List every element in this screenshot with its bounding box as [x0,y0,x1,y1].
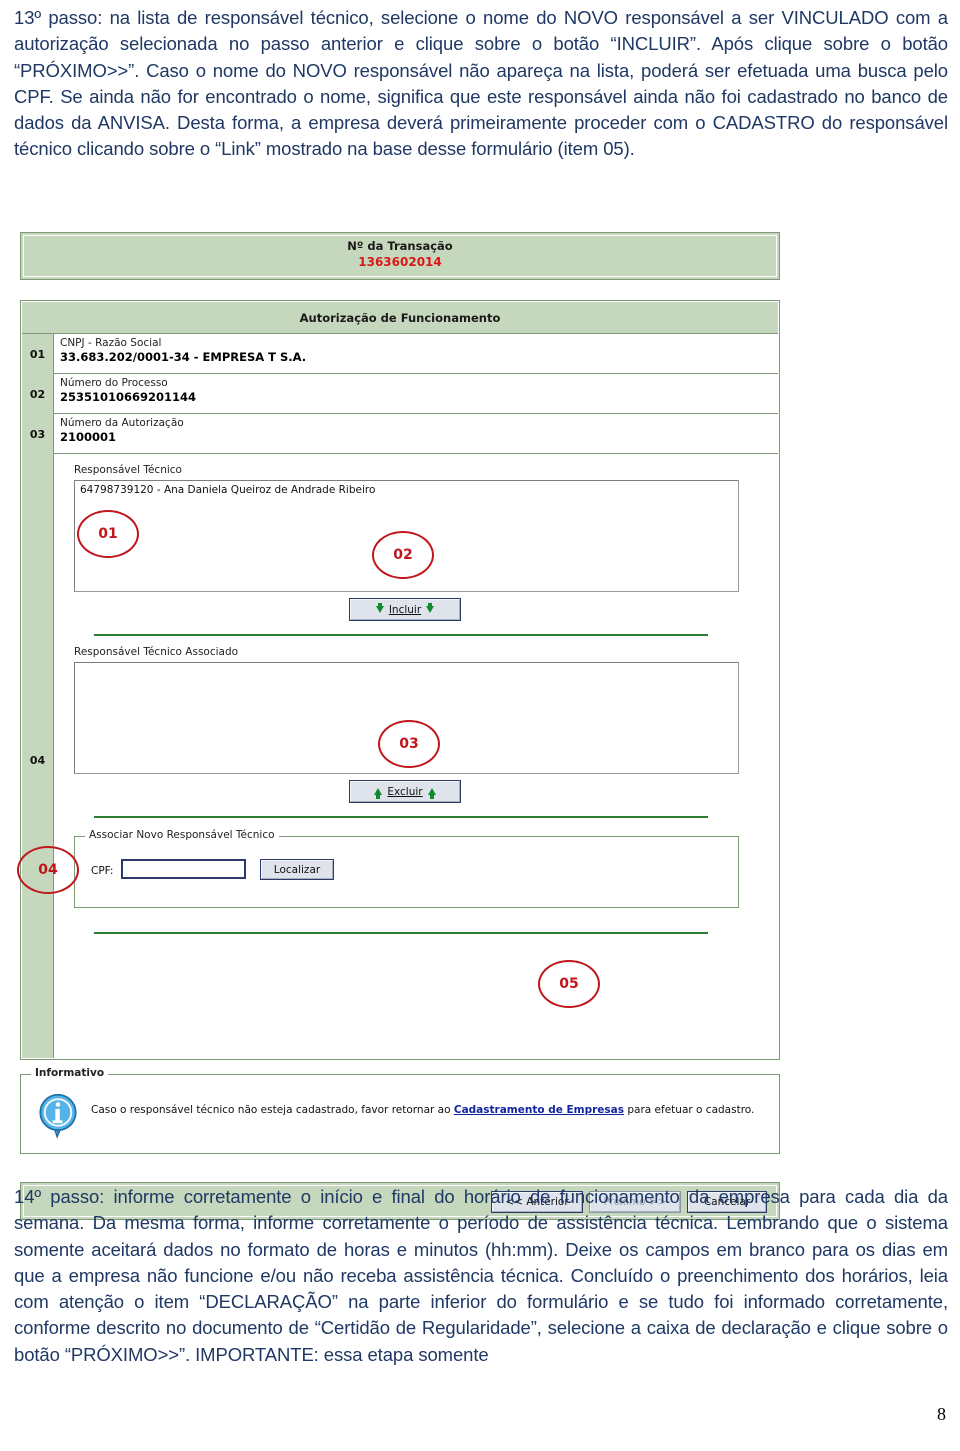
field-caption-processo: Número do Processo [60,377,168,389]
transaction-panel: Nº da Transação 1363602014 [20,232,780,280]
section-divider-1 [94,634,708,636]
annotation-04: 04 [17,846,79,894]
transaction-number: 1363602014 [358,255,442,269]
excluir-button[interactable]: Excluir [349,780,461,803]
gutter-number-01: 01 [22,334,54,374]
gutter-number-02: 02 [22,374,54,414]
green-up-arrow-icon-2 [427,788,436,799]
authorization-form-frame: Autorização de Funcionamento 01 CNPJ - R… [20,300,780,1060]
field-caption-cnpj: CNPJ - Razão Social [60,337,162,349]
field-row-cnpj: CNPJ - Razão Social 33.683.202/0001-34 -… [54,334,778,374]
instruction-paragraph-step-13: 13º passo: na lista de responsável técni… [14,7,948,160]
field-value-cnpj: 33.683.202/0001-34 - EMPRESA T S.A. [60,350,307,364]
excluir-button-label: Excluir [387,785,423,798]
form-title: Autorização de Funcionamento [22,302,778,334]
cpf-input[interactable] [121,859,246,879]
incluir-button-label: Incluir [388,603,422,616]
field-caption-autorizacao: Número da Autorização [60,417,184,429]
responsavel-tecnico-caption: Responsável Técnico [74,464,182,476]
informativo-text: Caso o responsável técnico não esteja ca… [91,1103,763,1118]
instruction-paragraph-step-14: 14º passo: informe corretamente o início… [14,1186,948,1365]
transaction-label: Nº da Transação [347,239,453,253]
informativo-text-before: Caso o responsável técnico não esteja ca… [91,1104,454,1116]
annotation-05: 05 [538,960,600,1008]
incluir-button[interactable]: Incluir [349,598,461,621]
anvisa-form-screenshot: Nº da Transação 1363602014 Autorização d… [17,232,780,1220]
gutter-number-04: 04 [22,454,54,1058]
gutter-number-03: 03 [22,414,54,454]
info-icon [39,1093,77,1139]
localizar-button-label: Localizar [273,863,321,876]
responsavel-associado-caption: Responsável Técnico Associado [74,646,239,658]
field-value-processo: 25351010669201144 [60,390,197,404]
cadastramento-empresas-link[interactable]: Cadastramento de Empresas [454,1104,624,1116]
green-down-arrow-icon [375,603,384,613]
informativo-text-after: para efetuar o cadastro. [624,1104,755,1116]
section-divider-2 [94,816,708,818]
annotation-02: 02 [372,531,434,579]
green-up-arrow-icon [374,788,383,799]
informativo-group: Informativo Caso o responsável técnico n… [20,1067,780,1154]
green-down-arrow-icon-2 [426,603,435,613]
informativo-legend: Informativo [31,1067,109,1079]
field-row-processo: Número do Processo 25351010669201144 [54,374,778,414]
page-number: 8 [937,1404,946,1424]
annotation-03: 03 [378,720,440,768]
list-item[interactable]: 64798739120 - Ana Daniela Queiroz de And… [75,481,738,496]
section-divider-3 [94,932,708,934]
field-value-autorizacao: 2100001 [60,430,117,444]
associar-group-legend: Associar Novo Responsável Técnico [85,829,279,841]
annotation-01: 01 [77,510,139,558]
associar-novo-responsavel-group: Associar Novo Responsável Técnico CPF: L… [74,829,739,908]
cpf-label: CPF: [91,865,114,877]
localizar-button[interactable]: Localizar [260,859,334,880]
field-row-autorizacao: Número da Autorização 2100001 [54,414,778,454]
